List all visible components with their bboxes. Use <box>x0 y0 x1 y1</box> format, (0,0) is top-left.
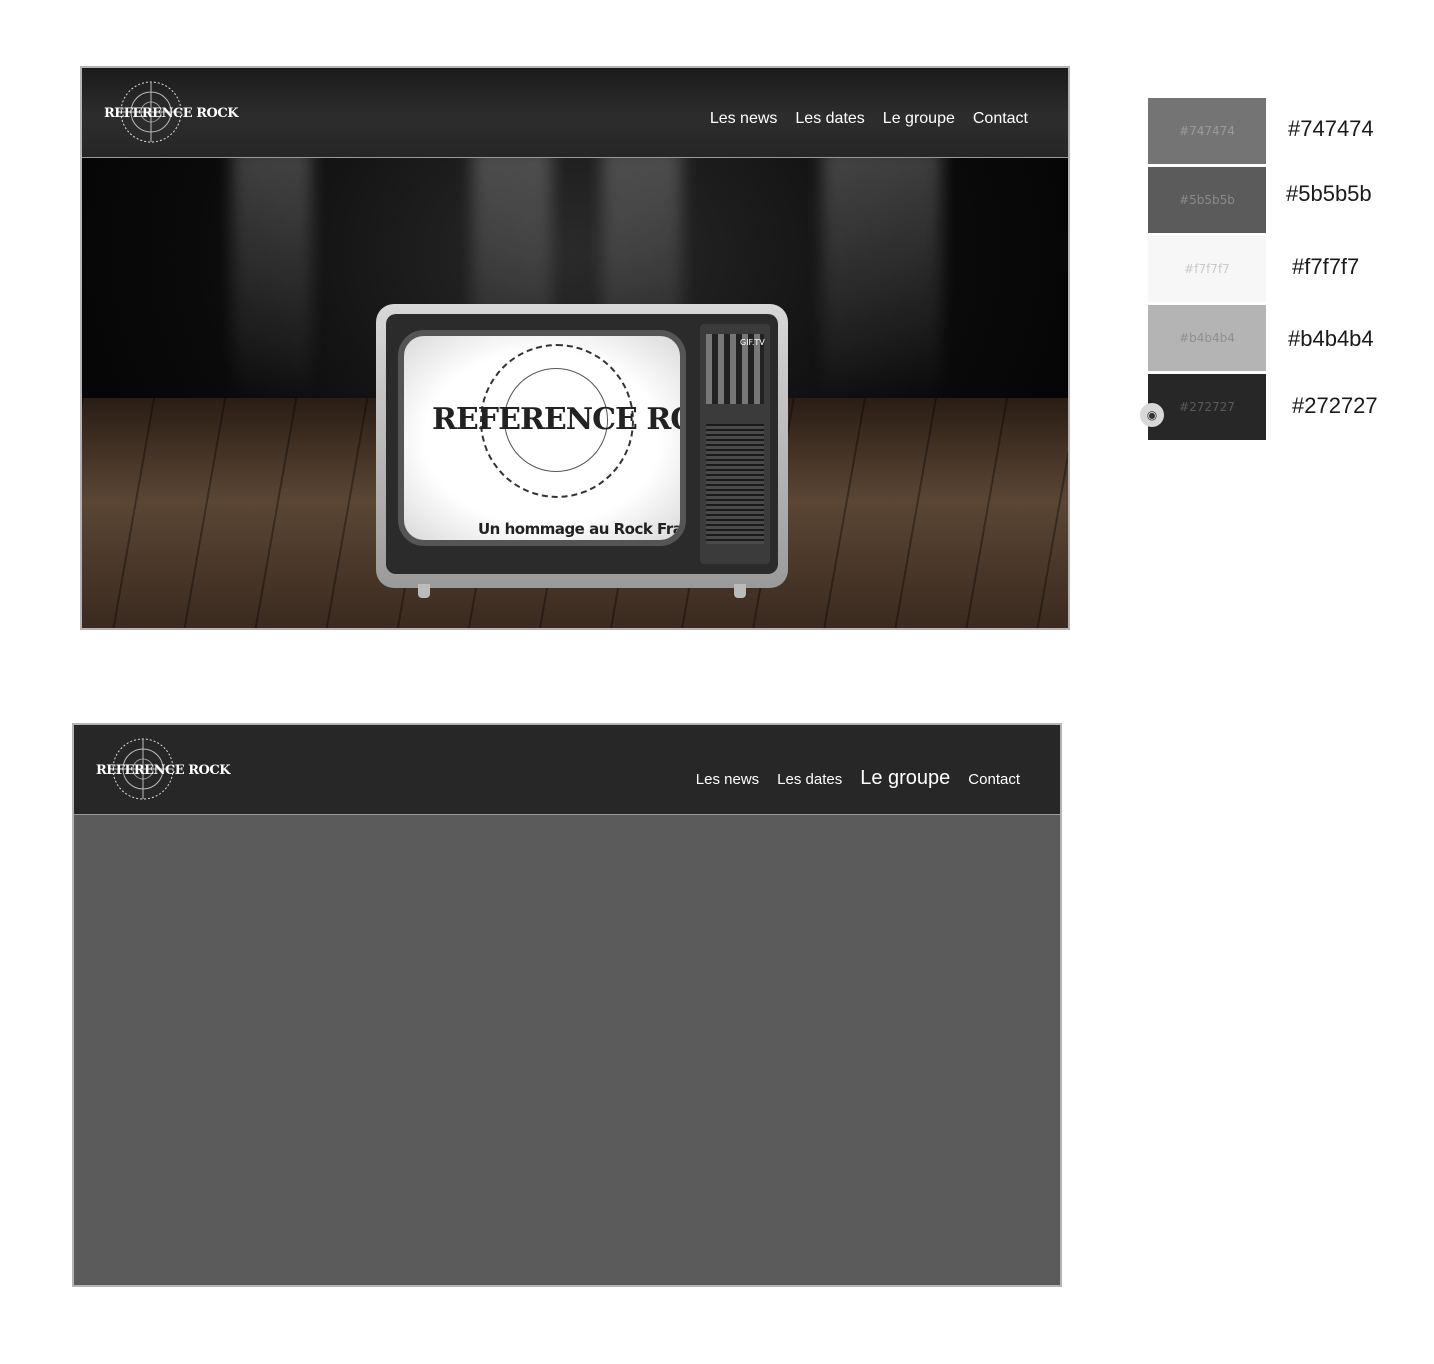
nav-les-news[interactable]: Les news <box>710 110 778 128</box>
retro-tv: REFERENCE ROCK Un hommage au Rock França… <box>376 304 788 598</box>
main-nav: Les news Les dates Le groupe Contact <box>678 767 1020 790</box>
swatch-label: #f7f7f7 <box>1292 254 1360 279</box>
tv-screen: REFERENCE ROCK Un hommage au Rock França… <box>398 330 686 546</box>
nav-le-groupe[interactable]: Le groupe <box>860 767 950 790</box>
nav-les-news[interactable]: Les news <box>696 771 759 788</box>
swatch-b4b4b4: #b4b4b4 <box>1148 305 1266 371</box>
hero-image: REFERENCE ROCK Un hommage au Rock França… <box>82 158 1068 628</box>
content-area <box>74 815 1060 1285</box>
swatch-label: #5b5b5b <box>1286 181 1372 206</box>
swatch-label: #747474 <box>1288 116 1374 141</box>
tv-control-panel: GIF.TV <box>700 324 770 564</box>
scan-icon[interactable]: ◉ <box>1140 403 1164 427</box>
nav-le-groupe[interactable]: Le groupe <box>883 110 955 128</box>
nav-contact[interactable]: Contact <box>968 771 1020 788</box>
site-logo[interactable]: REFERENCE ROCK <box>96 76 239 148</box>
swatch-f7f7f7: #f7f7f7 <box>1148 236 1266 302</box>
screen-logo-text: REFERENCE ROCK <box>432 402 680 437</box>
tv-foot <box>734 584 746 598</box>
swatch-text: #b4b4b4 <box>1179 331 1235 345</box>
swatch-label: #272727 <box>1292 393 1378 418</box>
top-navbar: REFERENCE ROCK Les news Les dates Le gro… <box>74 725 1060 815</box>
stage-light-beam <box>232 158 312 408</box>
swatch-747474: #747474 <box>1148 98 1266 164</box>
swatch-text: #747474 <box>1179 124 1235 138</box>
stage-light-beam <box>822 158 942 408</box>
homepage-mockup: REFERENCE ROCK Les news Les dates Le gro… <box>80 66 1070 630</box>
nav-les-dates[interactable]: Les dates <box>777 771 842 788</box>
main-nav: Les news Les dates Le groupe Contact <box>692 110 1028 128</box>
top-navbar: REFERENCE ROCK Les news Les dates Le gro… <box>82 68 1068 158</box>
tv-speaker-grille <box>706 424 764 544</box>
tv-body: REFERENCE ROCK Un hommage au Rock França… <box>386 314 778 574</box>
swatch-text: #272727 <box>1179 400 1235 414</box>
swatch-272727: #272727 <box>1148 374 1266 440</box>
screen-tagline: Un hommage au Rock Français <box>478 520 683 538</box>
nav-contact[interactable]: Contact <box>973 110 1028 128</box>
site-logo[interactable]: REFERENCE ROCK <box>88 733 231 805</box>
logo-text: REFERENCE ROCK <box>104 106 239 121</box>
tv-badge: GIF.TV <box>740 338 765 347</box>
swatch-5b5b5b: #5b5b5b <box>1148 167 1266 233</box>
swatch-text: #5b5b5b <box>1179 193 1235 207</box>
logo-text: REFERENCE ROCK <box>96 763 231 778</box>
nav-les-dates[interactable]: Les dates <box>795 110 864 128</box>
swatch-label: #b4b4b4 <box>1288 326 1374 351</box>
groupe-page-mockup: REFERENCE ROCK Les news Les dates Le gro… <box>72 723 1062 1287</box>
tv-foot <box>418 584 430 598</box>
swatch-text: #f7f7f7 <box>1184 262 1230 276</box>
